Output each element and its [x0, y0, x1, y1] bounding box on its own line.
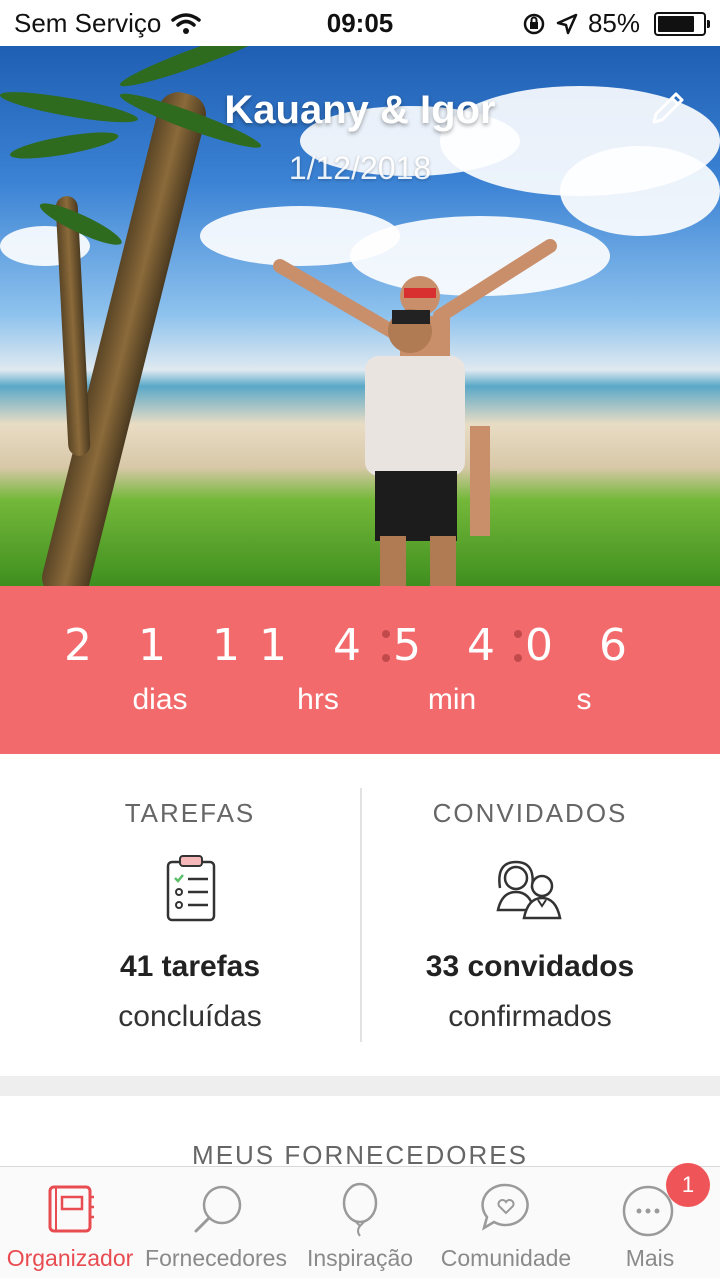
tab-comunidade[interactable]: Comunidade [436, 1167, 576, 1278]
days-label: dias [132, 683, 188, 716]
days-value: 2 1 1 [64, 620, 256, 671]
wedding-countdown: 2 1 1 dias 1 4 hrs 5 4 min 0 6 s [0, 586, 720, 754]
guests-sub: confirmados [448, 1000, 612, 1033]
tab-mais[interactable]: 1 Mais [580, 1163, 720, 1278]
tasks-title: TAREFAS [124, 798, 256, 828]
couple-figure [273, 239, 557, 586]
guests-icon [496, 860, 562, 920]
tab-fornecedores[interactable]: Fornecedores [142, 1167, 290, 1278]
countdown-days: 2 1 1 dias [60, 620, 260, 717]
rotation-lock-icon [523, 13, 545, 34]
tab-label: Fornecedores [145, 1245, 287, 1271]
tasks-card[interactable]: TAREFAS 41 tarefas concluídas [10, 754, 370, 1076]
tab-label: Comunidade [440, 1245, 572, 1271]
location-arrow-icon [556, 13, 578, 34]
countdown-hours: 1 4 hrs [258, 620, 378, 717]
battery-percent: 85% [587, 8, 640, 38]
tasks-sub: concluídas [118, 1000, 262, 1033]
minutes-value: 5 4 [393, 620, 511, 671]
notification-badge: 1 [666, 1163, 710, 1207]
battery-icon [654, 11, 710, 36]
guests-card[interactable]: CONVIDADOS 33 convidados confirmados [350, 754, 710, 1076]
wedding-date: 1/12/2018 [288, 150, 432, 186]
status-bar: Sem Serviço 09:05 85% [0, 0, 720, 46]
cover-photo[interactable]: Kauany & Igor 1/12/2018 [0, 46, 720, 586]
balloon-icon [342, 1182, 378, 1237]
minutes-label: min [427, 683, 477, 716]
tasks-count: 41 tarefas [119, 950, 261, 983]
bottom-tab-bar: Organizador Fornecedores Inspiração Comu… [0, 1163, 720, 1278]
time-separator [382, 630, 390, 678]
checklist-icon [166, 855, 216, 922]
time-separator [514, 630, 522, 678]
section-divider [0, 1076, 720, 1096]
search-icon [194, 1185, 242, 1233]
tab-label: Mais [625, 1245, 675, 1271]
planner-icon [48, 1185, 94, 1233]
hours-label: hrs [297, 683, 339, 716]
status-right: 85% [522, 8, 710, 39]
countdown-seconds: 0 6 s [524, 620, 644, 717]
edit-pencil-icon[interactable] [646, 86, 690, 130]
tab-organizador[interactable]: Organizador [0, 1167, 140, 1278]
seconds-label: s [576, 683, 592, 716]
couple-names: Kauany & Igor [224, 88, 496, 132]
tab-label: Inspiração [306, 1245, 414, 1271]
guests-title: CONVIDADOS [432, 798, 628, 828]
hours-value: 1 4 [259, 620, 377, 671]
chat-heart-icon [481, 1183, 529, 1231]
summary-stats: TAREFAS 41 tarefas concluídas CONVIDADOS… [0, 754, 720, 1076]
countdown-minutes: 5 4 min [392, 620, 512, 717]
tab-inspiracao[interactable]: Inspiração [296, 1167, 424, 1278]
guests-count: 33 convidados [425, 950, 635, 983]
seconds-value: 0 6 [525, 620, 643, 671]
tab-label: Organizador [6, 1245, 134, 1271]
